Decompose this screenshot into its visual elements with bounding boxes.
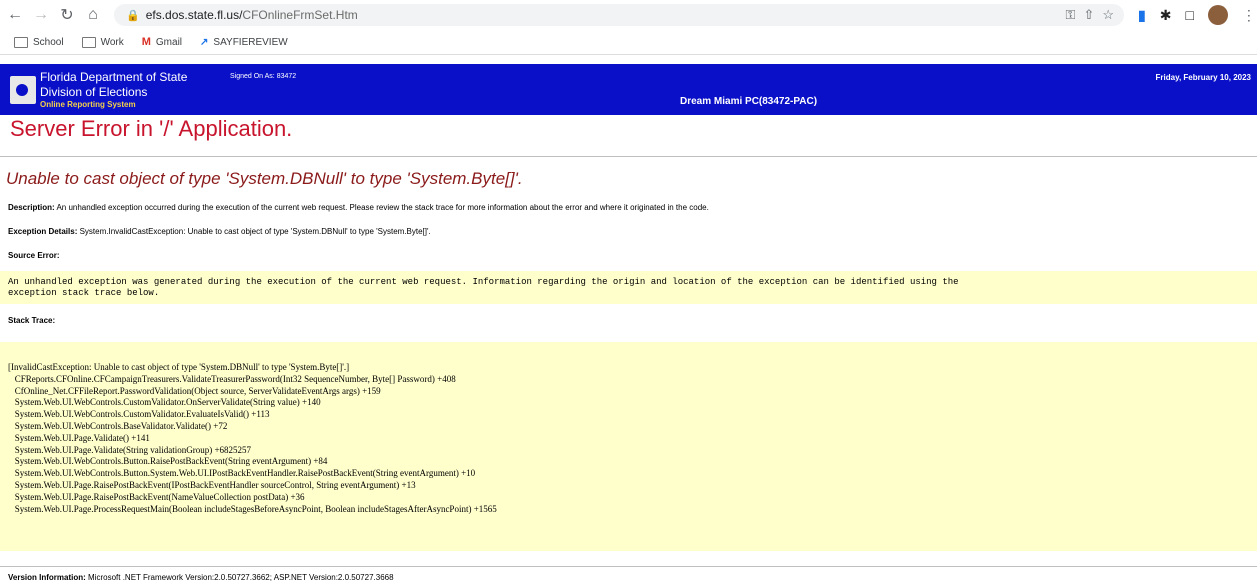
version-label: Version Information: [8, 573, 86, 582]
browser-toolbar: ← → ↻ ⌂ 🔒 efs.dos.state.fl.us/CFOnlineFr… [0, 0, 1257, 30]
folder-icon [14, 36, 28, 48]
bookmarks-bar: School Work M Gmail ↗ SAYFIEREVIEW [0, 30, 1257, 55]
stack-line: System.Web.UI.WebControls.CustomValidato… [8, 397, 321, 408]
version-text: Microsoft .NET Framework Version:2.0.507… [88, 573, 394, 582]
error-subtitle: Unable to cast object of type 'System.DB… [6, 169, 523, 188]
puzzle-icon[interactable]: ✱ [1160, 7, 1172, 24]
address-bar[interactable]: 🔒 efs.dos.state.fl.us/CFOnlineFrmSet.Htm… [114, 4, 1124, 26]
bookmark-gmail[interactable]: M Gmail [142, 36, 182, 48]
bookmark-label: School [33, 36, 64, 48]
extension-icon[interactable]: ▮ [1138, 7, 1146, 24]
key-icon[interactable]: ⚿ [1066, 7, 1076, 23]
menu-icon[interactable]: ⋮ [1242, 7, 1256, 24]
description: Description: An unhandled exception occu… [8, 203, 709, 212]
stack-line: CfOnline_Net.CFFileReport.PasswordValida… [8, 385, 381, 396]
stack-line: System.Web.UI.WebControls.Button.System.… [8, 468, 476, 479]
stack-line: System.Web.UI.Page.RaisePostBackEvent(IP… [8, 479, 416, 490]
stack-line: System.Web.UI.Page.RaisePostBackEvent(Na… [8, 491, 305, 502]
stack-line: System.Web.UI.Page.Validate(String valid… [8, 444, 252, 455]
folder-icon [81, 36, 96, 48]
url-host: efs.dos.state.fl.us/ [145, 8, 243, 22]
source-error-box: An unhandled exception was generated dur… [0, 271, 1257, 304]
lock-icon: 🔒 [126, 9, 140, 22]
description-label: Description: [8, 203, 55, 212]
url-path: CFOnlineFrmSet.Htm [242, 8, 358, 22]
bookmark-label: Work [100, 36, 124, 48]
forward-icon[interactable]: → [30, 4, 52, 26]
description-text: An unhandled exception occurred during t… [56, 203, 709, 212]
error-title: Server Error in '/' Application. [10, 116, 293, 141]
system-name: Online Reporting System [40, 100, 136, 109]
stack-label: Stack Trace: [8, 316, 56, 325]
bookmark-label: SAYFIEREVIEW [213, 36, 288, 48]
stack-line: System.Web.UI.Page.ProcessRequestMain(Bo… [8, 503, 497, 514]
site-banner: Florida Department of State Division of … [0, 64, 1257, 115]
avatar[interactable] [1207, 5, 1228, 25]
bookmark-sayfiereview[interactable]: ↗ SAYFIEREVIEW [200, 37, 288, 48]
current-date: Friday, February 10, 2023 [1155, 73, 1251, 82]
exception-text: System.InvalidCastException: Unable to c… [79, 227, 431, 236]
source-line: An unhandled exception was generated dur… [8, 277, 959, 287]
gmail-icon: M [141, 36, 151, 48]
exception-details: Exception Details: System.InvalidCastExc… [8, 227, 431, 236]
stack-line: System.Web.UI.WebControls.CustomValidato… [8, 409, 270, 420]
version-info: Version Information: Microsoft .NET Fram… [8, 573, 394, 582]
stack-line: CFReports.CFOnline.CFCampaignTreasurers.… [8, 373, 456, 384]
divider [0, 156, 1257, 157]
stack-line: System.Web.UI.WebControls.Button.RaisePo… [8, 456, 328, 467]
signed-on: Signed On As: 83472 [230, 73, 297, 80]
share-icon[interactable]: ⇧ [1083, 7, 1094, 23]
bookmark-school[interactable]: School [14, 36, 64, 48]
stack-trace-heading: Stack Trace: [8, 316, 55, 325]
division-name: Division of Elections [40, 85, 148, 99]
home-icon[interactable]: ⌂ [82, 4, 104, 26]
bookmark-work[interactable]: Work [81, 36, 124, 48]
back-icon[interactable]: ← [4, 4, 26, 26]
stack-line: System.Web.UI.Page.Validate() +141 [8, 432, 150, 443]
org-name: Florida Department of State [40, 70, 188, 84]
stack-line: System.Web.UI.WebControls.BaseValidator.… [8, 420, 228, 431]
bookmark-label: Gmail [155, 36, 183, 48]
divider [0, 566, 1257, 567]
sayfie-icon: ↗ [200, 36, 209, 48]
committee-name: Dream Miami PC(83472-PAC) [680, 96, 818, 107]
florida-logo-icon [10, 76, 36, 104]
reload-icon[interactable]: ↻ [56, 4, 78, 26]
source-line: exception stack trace below. [8, 288, 160, 298]
stack-trace: [InvalidCastException: Unable to cast ob… [8, 362, 497, 515]
star-icon[interactable]: ☆ [1102, 7, 1114, 23]
sidepanel-icon[interactable]: □ [1185, 7, 1193, 23]
source-error-heading: Source Error: [8, 251, 60, 260]
stack-line: [InvalidCastException: Unable to cast ob… [8, 362, 350, 372]
exception-label: Exception Details: [8, 227, 78, 236]
source-label: Source Error: [8, 251, 60, 260]
